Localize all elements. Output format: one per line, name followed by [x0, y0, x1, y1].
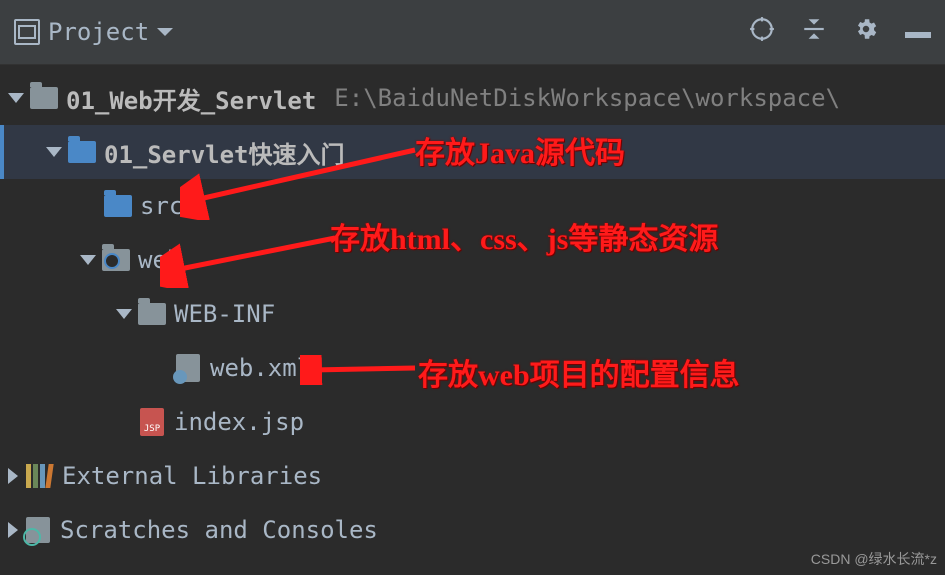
hide-icon[interactable]	[905, 18, 931, 46]
tree-root-row[interactable]: 01_Web开发_Servlet E:\BaiduNetDiskWorkspac…	[0, 71, 945, 125]
webinf-folder-name: WEB-INF	[174, 300, 275, 328]
expand-toggle-icon[interactable]	[8, 468, 18, 484]
dropdown-arrow-icon[interactable]	[157, 28, 173, 36]
expand-toggle-icon[interactable]	[46, 147, 62, 157]
libraries-icon	[26, 464, 52, 488]
project-tree: 01_Web开发_Servlet E:\BaiduNetDiskWorkspac…	[0, 65, 945, 557]
external-libraries-label: External Libraries	[62, 462, 322, 490]
tree-web-row[interactable]: web	[0, 233, 945, 287]
xml-file-icon	[176, 354, 200, 382]
indexjsp-file-name: index.jsp	[174, 408, 304, 436]
module-folder-icon	[68, 141, 96, 163]
src-folder-name: src	[140, 192, 183, 220]
jsp-file-icon: JSP	[140, 408, 164, 436]
tree-indexjsp-row[interactable]: JSP index.jsp	[0, 395, 945, 449]
src-folder-icon	[104, 195, 132, 217]
web-folder-name: web	[138, 246, 181, 274]
expand-toggle-icon[interactable]	[8, 93, 24, 103]
root-project-path: E:\BaiduNetDiskWorkspace\workspace\	[334, 84, 840, 112]
webinf-folder-icon	[138, 303, 166, 325]
tree-webxml-row[interactable]: web.xml	[0, 341, 945, 395]
tree-scratch-row[interactable]: Scratches and Consoles	[0, 503, 945, 557]
project-panel-header: Project	[0, 0, 945, 65]
project-folder-icon	[30, 87, 58, 109]
tree-extlib-row[interactable]: External Libraries	[0, 449, 945, 503]
expand-toggle-icon[interactable]	[80, 255, 96, 265]
tree-module-row[interactable]: 01_Servlet快速入门	[0, 125, 945, 179]
project-view-icon	[14, 19, 40, 45]
expand-toggle-icon[interactable]	[8, 522, 18, 538]
watermark: CSDN @绿水长流*z	[811, 549, 937, 569]
module-name: 01_Servlet快速入门	[104, 135, 345, 170]
root-project-name: 01_Web开发_Servlet	[66, 81, 316, 116]
web-folder-icon	[102, 249, 130, 271]
header-left[interactable]: Project	[14, 18, 173, 46]
tree-src-row[interactable]: src	[0, 179, 945, 233]
tree-webinf-row[interactable]: WEB-INF	[0, 287, 945, 341]
locate-icon[interactable]	[749, 16, 775, 48]
webxml-file-name: web.xml	[210, 354, 311, 382]
collapse-all-icon[interactable]	[801, 16, 827, 48]
project-panel-title: Project	[48, 18, 149, 46]
scratches-label: Scratches and Consoles	[60, 516, 378, 544]
scratches-icon	[26, 517, 50, 543]
expand-toggle-icon[interactable]	[116, 309, 132, 319]
header-right	[749, 16, 931, 48]
settings-icon[interactable]	[853, 16, 879, 48]
